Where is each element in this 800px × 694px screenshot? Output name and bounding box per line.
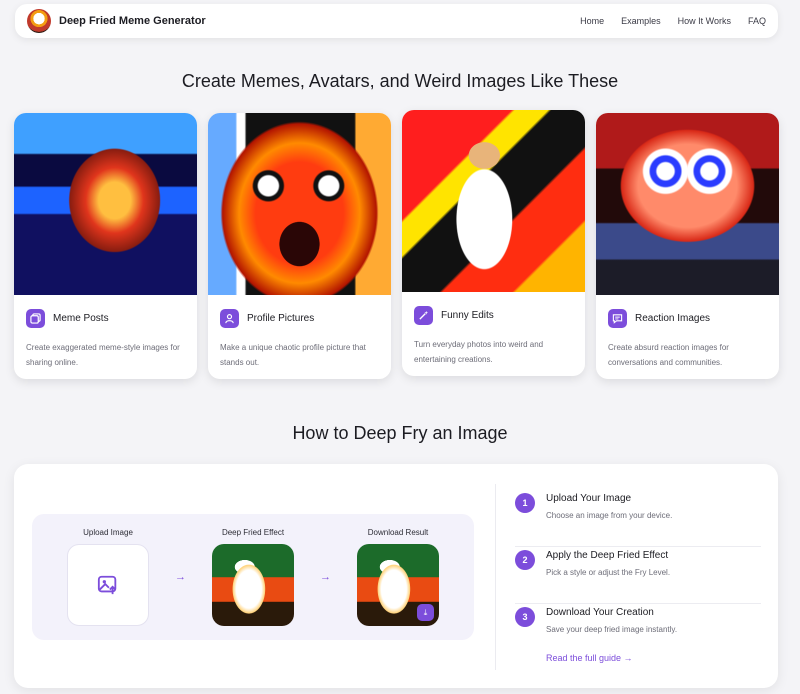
brand-logo[interactable] bbox=[27, 9, 51, 33]
card-funny-edits[interactable]: Funny Edits Turn everyday photos into we… bbox=[402, 110, 585, 376]
panel-divider bbox=[495, 484, 496, 670]
example-image-monkey bbox=[14, 113, 197, 295]
card-desc: Make a unique chaotic profile picture th… bbox=[220, 343, 366, 367]
step-number: 3 bbox=[515, 607, 535, 627]
step-desc: Pick a style or adjust the Fry Level. bbox=[546, 568, 671, 577]
example-image-face bbox=[208, 113, 391, 295]
card-desc: Turn everyday photos into weird and ente… bbox=[414, 340, 544, 364]
card-meme-posts[interactable]: Meme Posts Create exaggerated meme-style… bbox=[14, 113, 197, 379]
demo-upload: Upload Image bbox=[67, 528, 149, 626]
examples-title: Create Memes, Avatars, and Weird Images … bbox=[181, 71, 619, 91]
demo-fried-label: Deep Fried Effect bbox=[221, 528, 285, 537]
card-title: Meme Posts bbox=[53, 313, 109, 324]
step-item: 1 Upload Your Image Choose an image from… bbox=[515, 490, 761, 547]
demo-download-label: Download Result bbox=[367, 528, 429, 537]
card-title: Funny Edits bbox=[441, 310, 494, 321]
brand-name[interactable]: Deep Fried Meme Generator bbox=[59, 15, 206, 27]
step-title: Apply the Deep Fried Effect bbox=[546, 550, 669, 561]
card-desc: Create exaggerated meme-style images for… bbox=[26, 343, 180, 367]
card-reaction-images[interactable]: Reaction Images Create absurd reaction i… bbox=[596, 113, 779, 379]
nav-link-faq[interactable]: FAQ bbox=[748, 16, 766, 26]
download-icon[interactable]: ⤓ bbox=[417, 604, 434, 621]
howto-steps: 1 Upload Your Image Choose an image from… bbox=[515, 490, 761, 661]
result-llama-image: ⤓ bbox=[357, 544, 439, 626]
fried-llama-image bbox=[212, 544, 294, 626]
demo-upload-label: Upload Image bbox=[83, 528, 133, 537]
nav-links: Home Examples How It Works FAQ bbox=[580, 16, 766, 26]
card-title: Reaction Images bbox=[635, 313, 711, 324]
read-guide-link[interactable]: Read the full guide → bbox=[546, 653, 633, 663]
step-title: Upload Your Image bbox=[546, 493, 632, 504]
magic-wand-icon bbox=[414, 306, 433, 325]
arrow-right-icon: → bbox=[175, 571, 186, 583]
card-profile-pictures[interactable]: Profile Pictures Make a unique chaotic p… bbox=[208, 113, 391, 379]
step-number: 2 bbox=[515, 550, 535, 570]
step-desc: Save your deep fried image instantly. bbox=[546, 625, 678, 634]
image-upload-icon bbox=[97, 575, 117, 595]
top-nav: Deep Fried Meme Generator Home Examples … bbox=[15, 4, 778, 38]
example-image-salt-bae bbox=[402, 110, 585, 292]
demo-download: Download Result ⤓ bbox=[357, 528, 439, 626]
demo-fried: Deep Fried Effect bbox=[212, 528, 294, 626]
step-item: 2 Apply the Deep Fried Effect Pick a sty… bbox=[515, 547, 761, 604]
card-title: Profile Pictures bbox=[247, 313, 315, 324]
gallery-icon bbox=[26, 309, 45, 328]
step-number: 1 bbox=[515, 493, 535, 513]
card-desc: Create absurd reaction images for conver… bbox=[608, 343, 729, 367]
demo-flow: Upload Image → Deep Fried Effect → Downl… bbox=[32, 514, 474, 640]
upload-dropzone[interactable] bbox=[67, 544, 149, 626]
nav-link-examples[interactable]: Examples bbox=[621, 16, 661, 26]
example-cards: Meme Posts Create exaggerated meme-style… bbox=[14, 110, 780, 385]
howto-title: How to Deep Fry an Image bbox=[292, 423, 508, 443]
user-icon bbox=[220, 309, 239, 328]
example-image-gru bbox=[596, 113, 779, 295]
nav-link-home[interactable]: Home bbox=[580, 16, 604, 26]
nav-link-how-it-works[interactable]: How It Works bbox=[678, 16, 731, 26]
chat-icon bbox=[608, 309, 627, 328]
howto-panel: Upload Image → Deep Fried Effect → Downl… bbox=[14, 464, 778, 688]
arrow-right-icon: → bbox=[320, 571, 331, 583]
step-desc: Choose an image from your device. bbox=[546, 511, 673, 520]
step-title: Download Your Creation bbox=[546, 607, 654, 618]
